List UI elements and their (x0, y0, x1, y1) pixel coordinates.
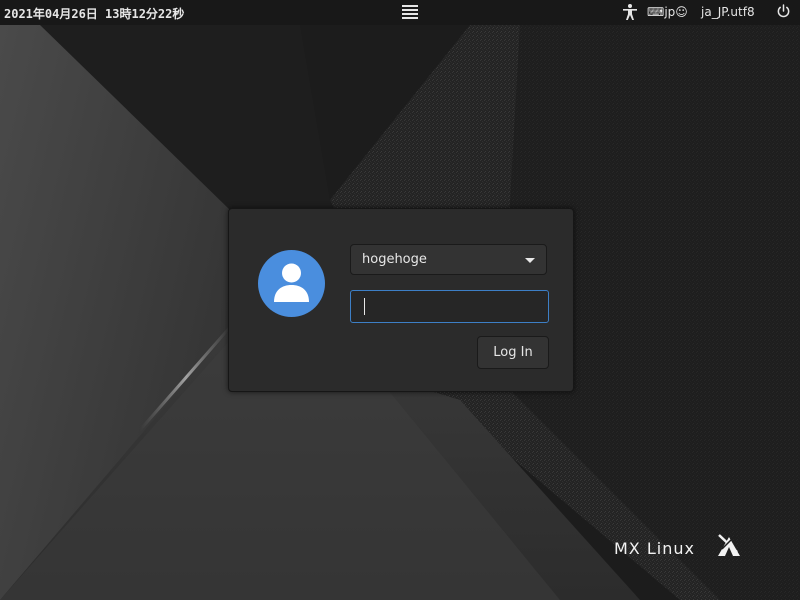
keyboard-layout-indicator[interactable]: ⌨jp☺ (647, 5, 688, 19)
clock: 2021年04月26日 13時12分22秒 (4, 7, 185, 21)
mx-linux-logo: MX Linux (614, 533, 744, 563)
text-cursor (364, 298, 365, 315)
login-screen: 2021年04月26日 13時12分22秒 ⌨jp☺ ja_JP.utf8 ho… (0, 0, 800, 600)
hamburger-menu-icon[interactable] (402, 5, 418, 21)
mx-logo-mark (718, 534, 740, 556)
power-icon[interactable] (776, 4, 791, 19)
accessibility-icon[interactable] (621, 3, 639, 21)
password-field[interactable] (350, 290, 549, 323)
selected-user: hogehoge (362, 252, 427, 267)
login-button[interactable]: Log In (477, 336, 549, 369)
chevron-down-icon (525, 258, 535, 263)
user-avatar-icon (258, 250, 325, 317)
login-dialog: hogehoge Log In (228, 208, 574, 392)
logo-text: MX Linux (614, 539, 695, 558)
user-select[interactable]: hogehoge (350, 244, 547, 275)
top-panel: 2021年04月26日 13時12分22秒 ⌨jp☺ ja_JP.utf8 (0, 0, 800, 25)
language-indicator[interactable]: ja_JP.utf8 (701, 5, 755, 19)
